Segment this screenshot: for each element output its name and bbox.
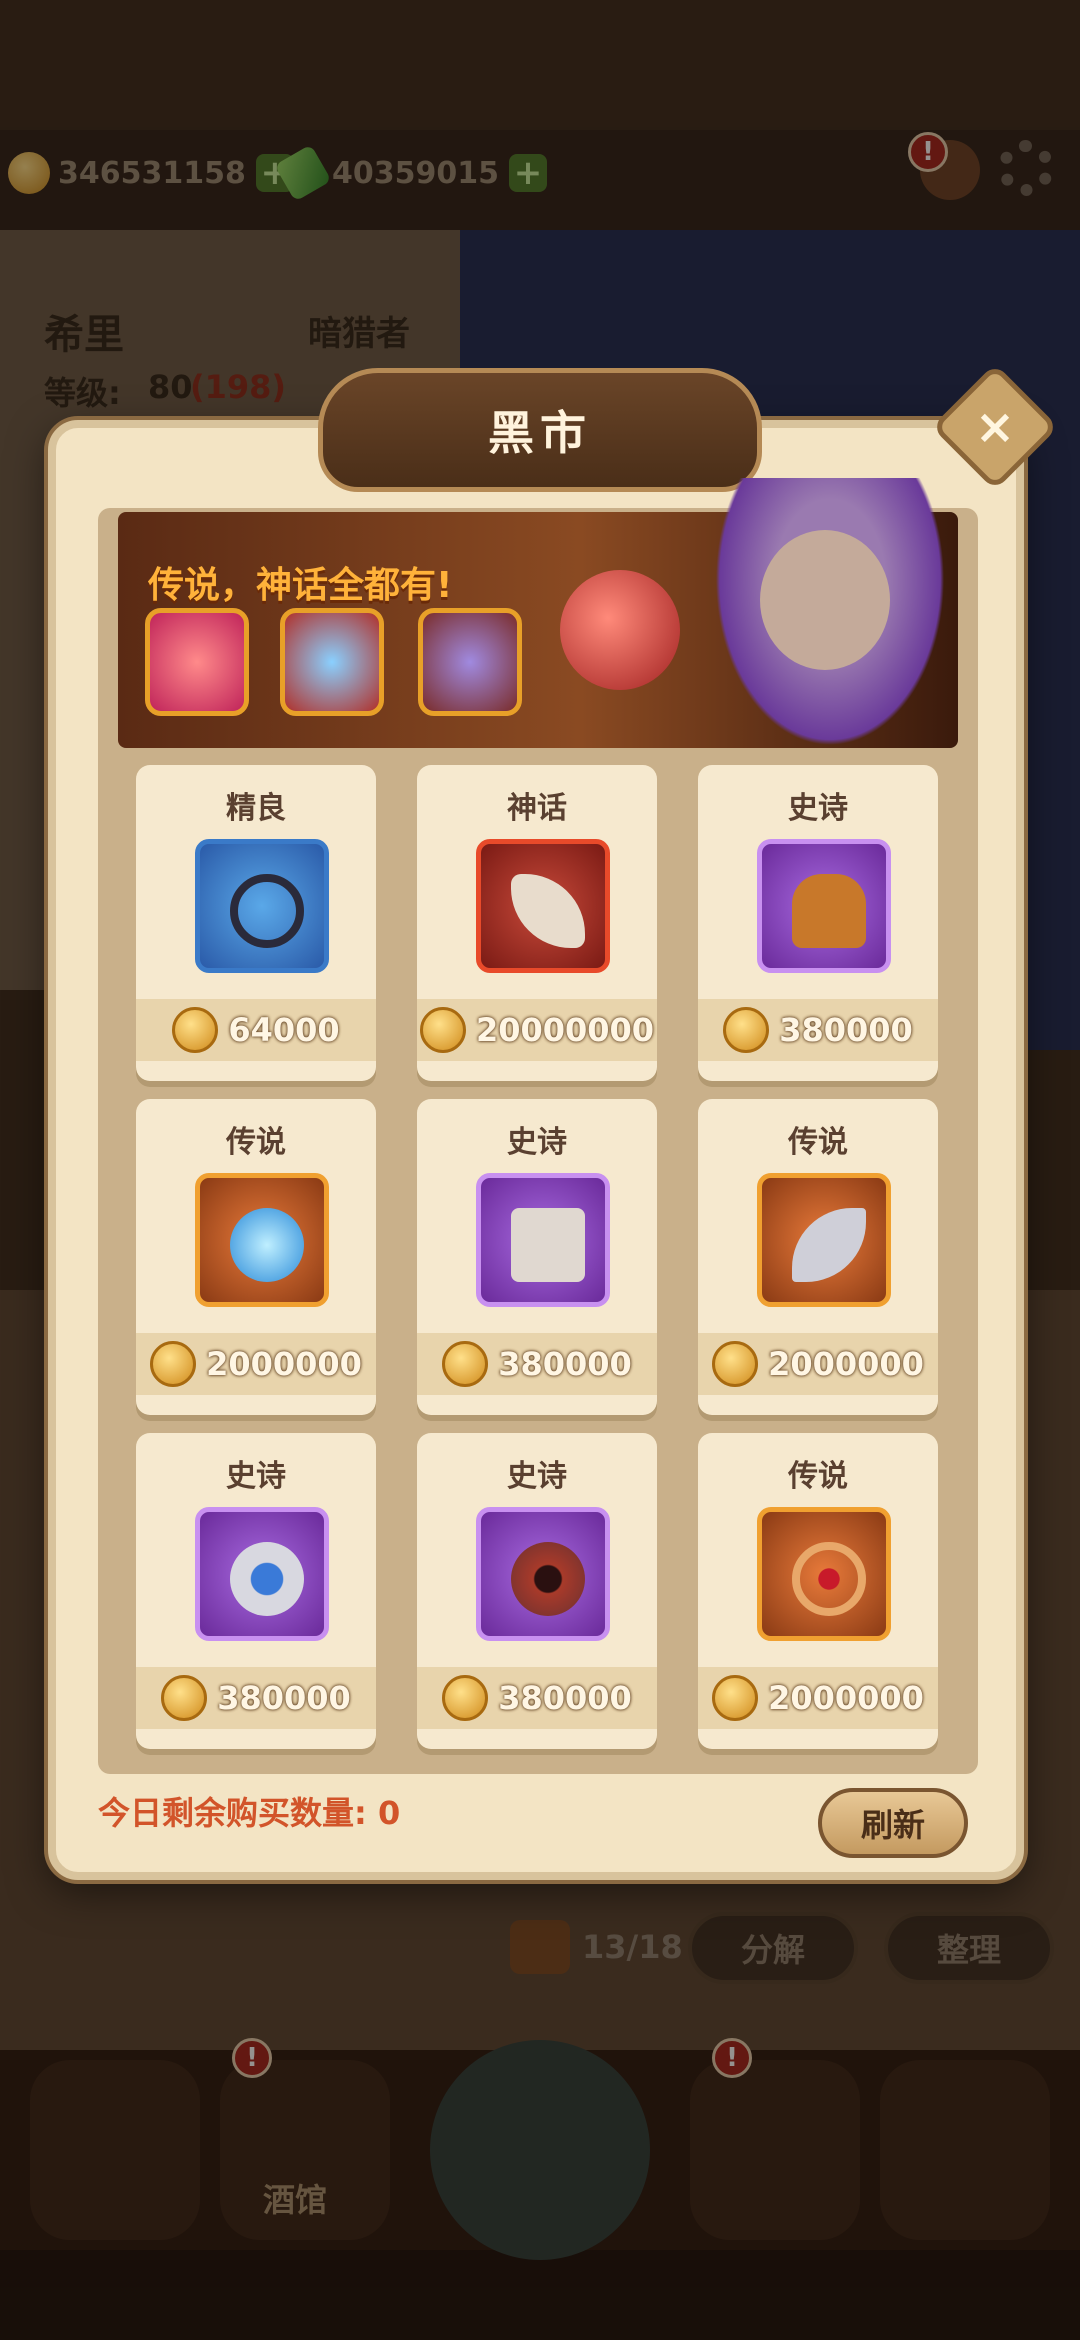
amulet-icon bbox=[476, 1507, 610, 1641]
remaining-purchases: 今日剩余购买数量: 0 bbox=[98, 1788, 400, 1834]
item-price: 2000000 bbox=[768, 1679, 924, 1717]
item-price: 20000000 bbox=[475, 1011, 655, 1049]
price-row: 20000000 bbox=[417, 999, 657, 1061]
price-row: 380000 bbox=[417, 1667, 657, 1729]
merchant-orb-icon bbox=[560, 570, 680, 690]
banner-axe-icon bbox=[280, 608, 384, 716]
dialog-title: 黑市 bbox=[488, 406, 592, 460]
item-rarity: 史诗 bbox=[226, 1459, 286, 1494]
item-rarity: 史诗 bbox=[507, 1125, 567, 1160]
dialog-title-plate: 黑市 bbox=[318, 368, 762, 492]
item-rarity: 传说 bbox=[788, 1125, 848, 1160]
shop-item-card[interactable]: 史诗 380000 bbox=[417, 1433, 657, 1749]
orb-icon bbox=[195, 1173, 329, 1307]
item-price: 2000000 bbox=[206, 1345, 362, 1383]
close-icon: × bbox=[974, 399, 1016, 455]
banner-armor-icon bbox=[418, 608, 522, 716]
eye-ring-icon bbox=[195, 1507, 329, 1641]
gold-coin-icon bbox=[442, 1341, 489, 1387]
item-price: 380000 bbox=[217, 1679, 351, 1717]
item-rarity: 传说 bbox=[226, 1125, 286, 1160]
gold-coin-icon bbox=[712, 1675, 759, 1721]
shop-item-card[interactable]: 传说 2000000 bbox=[698, 1099, 938, 1415]
gold-coin-icon bbox=[723, 1007, 770, 1053]
bracelet-icon bbox=[757, 1507, 891, 1641]
price-row: 2000000 bbox=[136, 1333, 376, 1395]
refresh-button[interactable]: 刷新 bbox=[818, 1788, 968, 1858]
shop-item-card[interactable]: 精良 64000 bbox=[136, 765, 376, 1081]
shop-item-card[interactable]: 神话 20000000 bbox=[417, 765, 657, 1081]
item-price: 380000 bbox=[779, 1011, 913, 1049]
item-price: 380000 bbox=[498, 1679, 632, 1717]
shop-item-card[interactable]: 史诗 380000 bbox=[417, 1099, 657, 1415]
item-rarity: 史诗 bbox=[788, 791, 848, 826]
price-row: 2000000 bbox=[698, 1333, 938, 1395]
banner-slogan: 传说，神话全都有! bbox=[148, 565, 453, 606]
knife-icon bbox=[757, 1173, 891, 1307]
merchant-face bbox=[760, 530, 890, 670]
gold-coin-icon bbox=[161, 1675, 208, 1721]
gold-coin-icon bbox=[419, 1007, 466, 1053]
item-rarity: 精良 bbox=[226, 791, 286, 826]
item-price: 64000 bbox=[228, 1011, 340, 1049]
price-row: 2000000 bbox=[698, 1667, 938, 1729]
item-rarity: 传说 bbox=[788, 1459, 848, 1494]
price-row: 380000 bbox=[417, 1333, 657, 1395]
banner-scepter-icon bbox=[145, 608, 249, 716]
price-row: 380000 bbox=[136, 1667, 376, 1729]
gold-coin-icon bbox=[172, 1007, 219, 1053]
item-rarity: 神话 bbox=[507, 791, 567, 826]
shop-item-card[interactable]: 史诗 380000 bbox=[698, 765, 938, 1081]
gold-coin-icon bbox=[712, 1341, 759, 1387]
glove-icon bbox=[757, 839, 891, 973]
item-rarity: 史诗 bbox=[507, 1459, 567, 1494]
shop-item-card[interactable]: 史诗 380000 bbox=[136, 1433, 376, 1749]
gold-coin-icon bbox=[442, 1675, 489, 1721]
armor-icon bbox=[476, 1173, 610, 1307]
remaining-value: 0 bbox=[377, 1794, 401, 1832]
shop-item-card[interactable]: 传说 2000000 bbox=[136, 1099, 376, 1415]
price-row: 64000 bbox=[136, 999, 376, 1061]
shop-item-card[interactable]: 传说 2000000 bbox=[698, 1433, 938, 1749]
item-price: 380000 bbox=[498, 1345, 632, 1383]
gold-coin-icon bbox=[150, 1341, 197, 1387]
item-price: 2000000 bbox=[768, 1345, 924, 1383]
remaining-label: 今日剩余购买数量: bbox=[98, 1794, 367, 1832]
ring-icon bbox=[195, 839, 329, 973]
price-row: 380000 bbox=[698, 999, 938, 1061]
dagger-icon bbox=[476, 839, 610, 973]
